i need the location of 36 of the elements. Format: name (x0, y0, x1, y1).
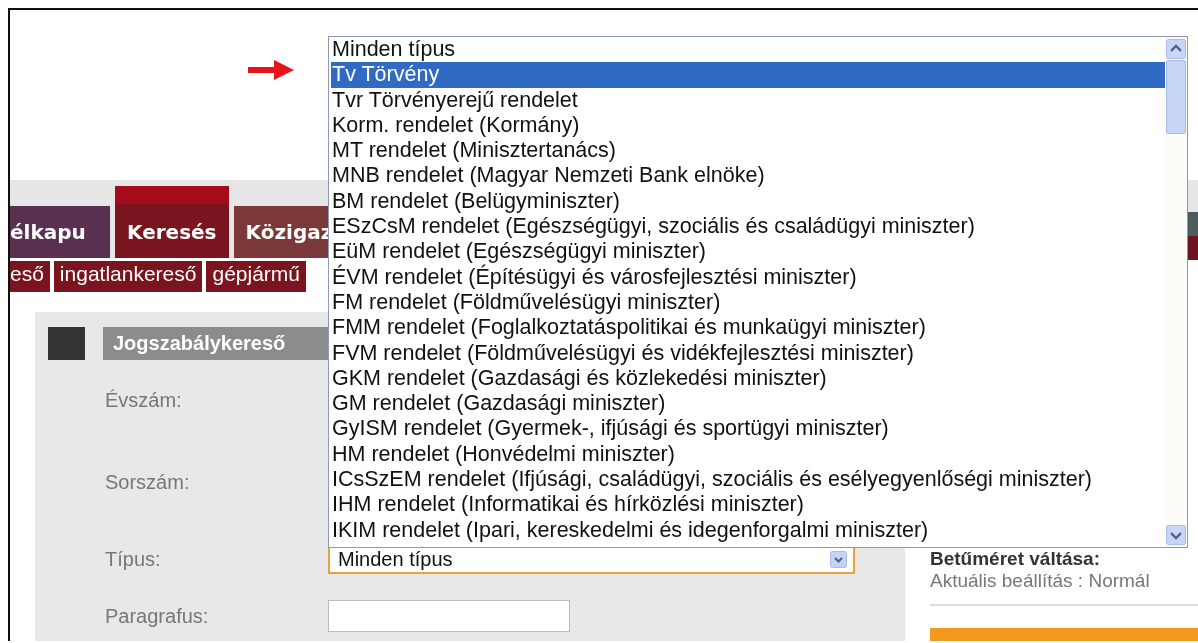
dropdown-option[interactable]: MT rendelet (Minisztertanács) (331, 138, 1165, 164)
dropdown-option[interactable]: GM rendelet (Gazdasági miniszter) (331, 391, 1165, 417)
paragraph-input[interactable] (328, 600, 570, 632)
dropdown-option[interactable]: Tv Törvény (331, 62, 1165, 88)
dropdown-option[interactable]: MNB rendelet (Magyar Nemzeti Bank elnöke) (331, 163, 1165, 189)
dropdown-option[interactable]: GKM rendelet (Gazdasági és közlekedési miniszter) (331, 365, 1165, 392)
dropdown-option[interactable]: ICsSzEM rendelet (Ifjúsági, családügyi, szociális és esélyegyenlőségi miniszter) (331, 467, 1165, 493)
dropdown-option[interactable]: FVM rendelet (Földművelésügyi és vidékfejlesztési miniszter) (331, 340, 1165, 366)
field-label: Sorszám: (105, 470, 191, 494)
dropdown-option[interactable]: IKIM rendelet (Ipari, kereskedelmi és idegenforgalmi miniszter) (331, 517, 1165, 543)
square-icon (48, 327, 85, 360)
dropdown-option[interactable]: FMM rendelet (Foglalkoztatáspolitikai és munkaügyi miniszter) (331, 315, 1165, 341)
panel-title: Jogszabálykereső (103, 327, 328, 360)
field-label: Paragrafus: (105, 604, 210, 628)
dropdown-option[interactable]: ÉVM rendelet (Építésügyi és városfejlesztési miniszter) (331, 264, 1165, 290)
sub-tab[interactable]: eső (10, 261, 50, 292)
field-label: Évszám: (105, 388, 183, 412)
scroll-down-icon[interactable] (1166, 525, 1186, 545)
dropdown-option[interactable]: IHM rendelet (Informatikai és hírközlési miniszter) (331, 492, 1165, 518)
font-size-title: Betűméret váltása: (930, 548, 1102, 570)
nav-tab[interactable]: élkapu (10, 206, 110, 258)
scroll-thumb[interactable] (1166, 60, 1186, 134)
scrollbar[interactable] (1165, 37, 1187, 547)
dropdown-option[interactable]: Minden típus (331, 37, 1165, 63)
field-label: Típus: (105, 547, 162, 571)
dropdown-option[interactable]: GyISM rendelet (Gyermek-, ifjúsági és sportügyi miniszter) (331, 416, 1165, 442)
dropdown-option[interactable]: FM rendelet (Földművelésügyi miniszter) (331, 289, 1165, 316)
scroll-up-icon[interactable] (1166, 39, 1186, 59)
dropdown-option[interactable]: HM rendelet (Honvédelmi miniszter) (331, 441, 1165, 468)
font-size-setting: Aktuális beállítás : Normál (930, 570, 1151, 592)
sub-tab[interactable]: gépjármű (206, 261, 306, 292)
dropdown-option[interactable]: Tvr Törvényerejű rendelet (331, 87, 1165, 113)
dropdown-option[interactable]: Korm. rendelet (Kormány) (331, 112, 1165, 139)
sub-tab[interactable]: ingatlankereső (53, 261, 203, 292)
arrow-icon (246, 58, 296, 82)
nav-tab[interactable]: Keresés (115, 186, 229, 258)
